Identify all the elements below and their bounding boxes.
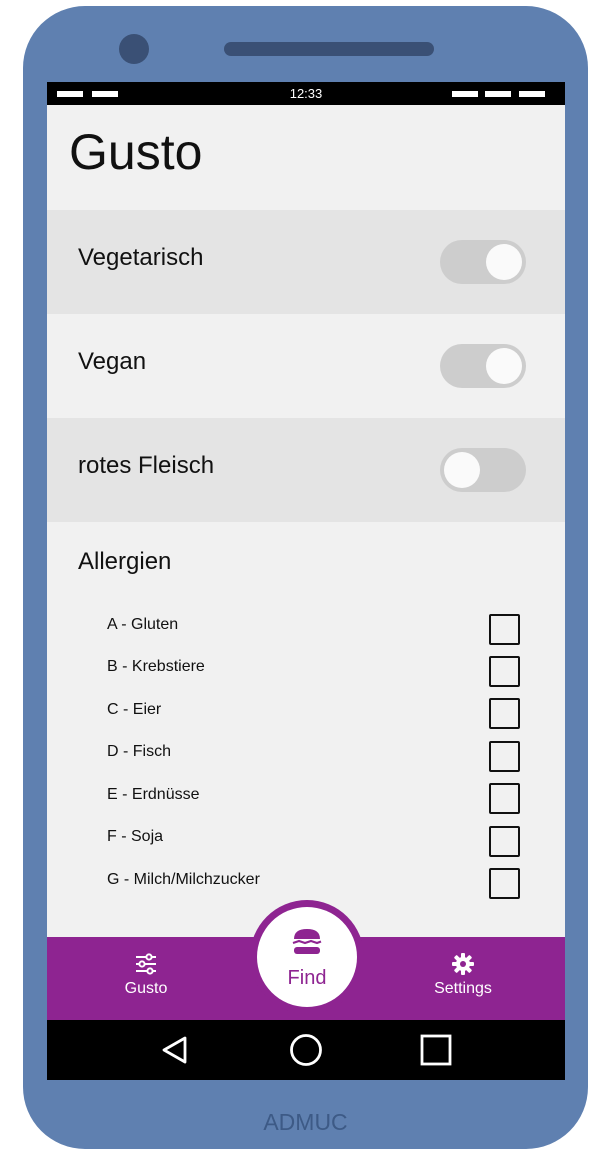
front-camera — [119, 34, 149, 64]
vegan-toggle[interactable] — [440, 344, 526, 388]
preference-row-rotes-fleisch: rotes Fleisch — [47, 418, 565, 522]
preference-row-vegan: Vegan — [47, 314, 565, 418]
allergy-checkbox-eier[interactable] — [489, 698, 520, 729]
notification-indicator-icon — [485, 91, 511, 97]
allergy-label-milch: G - Milch/Milchzucker — [107, 871, 260, 888]
allergy-label-eier: C - Eier — [107, 701, 162, 718]
allergy-checkbox-milch[interactable] — [489, 868, 520, 899]
toggle-knob — [486, 348, 522, 384]
allergy-label-fisch: D - Fisch — [107, 743, 171, 760]
preference-label: Vegetarisch — [78, 244, 204, 271]
nav-settings-label: Settings — [434, 980, 492, 997]
allergies-title: Allergien — [78, 548, 172, 575]
find-button[interactable]: Find — [257, 907, 357, 1007]
vegetarisch-toggle[interactable] — [440, 240, 526, 284]
nav-gusto[interactable]: Gusto — [109, 953, 183, 998]
phone-screen: 12:33 Gusto Vegetarisch Vegan rotes Flei… — [47, 82, 565, 1080]
sliders-icon — [136, 953, 156, 975]
recent-apps-icon[interactable] — [420, 1034, 452, 1066]
allergy-label-krebstiere: B - Krebstiere — [107, 658, 205, 675]
home-icon[interactable] — [289, 1033, 323, 1067]
preference-row-vegetarisch: Vegetarisch — [47, 210, 565, 314]
allergy-label-soja: F - Soja — [107, 828, 164, 845]
app-title: Gusto — [69, 124, 203, 180]
allergy-checkbox-soja[interactable] — [489, 826, 520, 857]
device-brand: ADMUC — [263, 1109, 348, 1135]
allergy-checkbox-krebstiere[interactable] — [489, 656, 520, 687]
earpiece-speaker — [224, 42, 434, 56]
nav-gusto-label: Gusto — [124, 980, 168, 997]
toggle-knob — [444, 452, 480, 488]
gear-icon — [452, 953, 474, 975]
preference-label: Vegan — [78, 348, 147, 375]
burger-icon — [292, 929, 322, 954]
allergy-label-gluten: A - Gluten — [107, 616, 179, 633]
allergy-checkbox-gluten[interactable] — [489, 614, 520, 645]
system-nav-bar — [47, 1020, 565, 1080]
allergy-checkbox-fisch[interactable] — [489, 741, 520, 772]
preference-label: rotes Fleisch — [78, 452, 215, 479]
back-icon[interactable] — [160, 1035, 190, 1065]
allergy-checkbox-erdnuesse[interactable] — [489, 783, 520, 814]
rotes-fleisch-toggle[interactable] — [440, 448, 526, 492]
find-label: Find — [287, 967, 327, 989]
toggle-knob — [486, 244, 522, 280]
nav-settings[interactable]: Settings — [417, 953, 509, 998]
wifi-indicator-icon — [452, 91, 478, 97]
status-bar: 12:33 — [47, 82, 565, 105]
find-button-ring: Find — [250, 900, 364, 1014]
battery-indicator-icon — [519, 91, 545, 97]
allergy-label-erdnuesse: E - Erdnüsse — [107, 786, 200, 803]
